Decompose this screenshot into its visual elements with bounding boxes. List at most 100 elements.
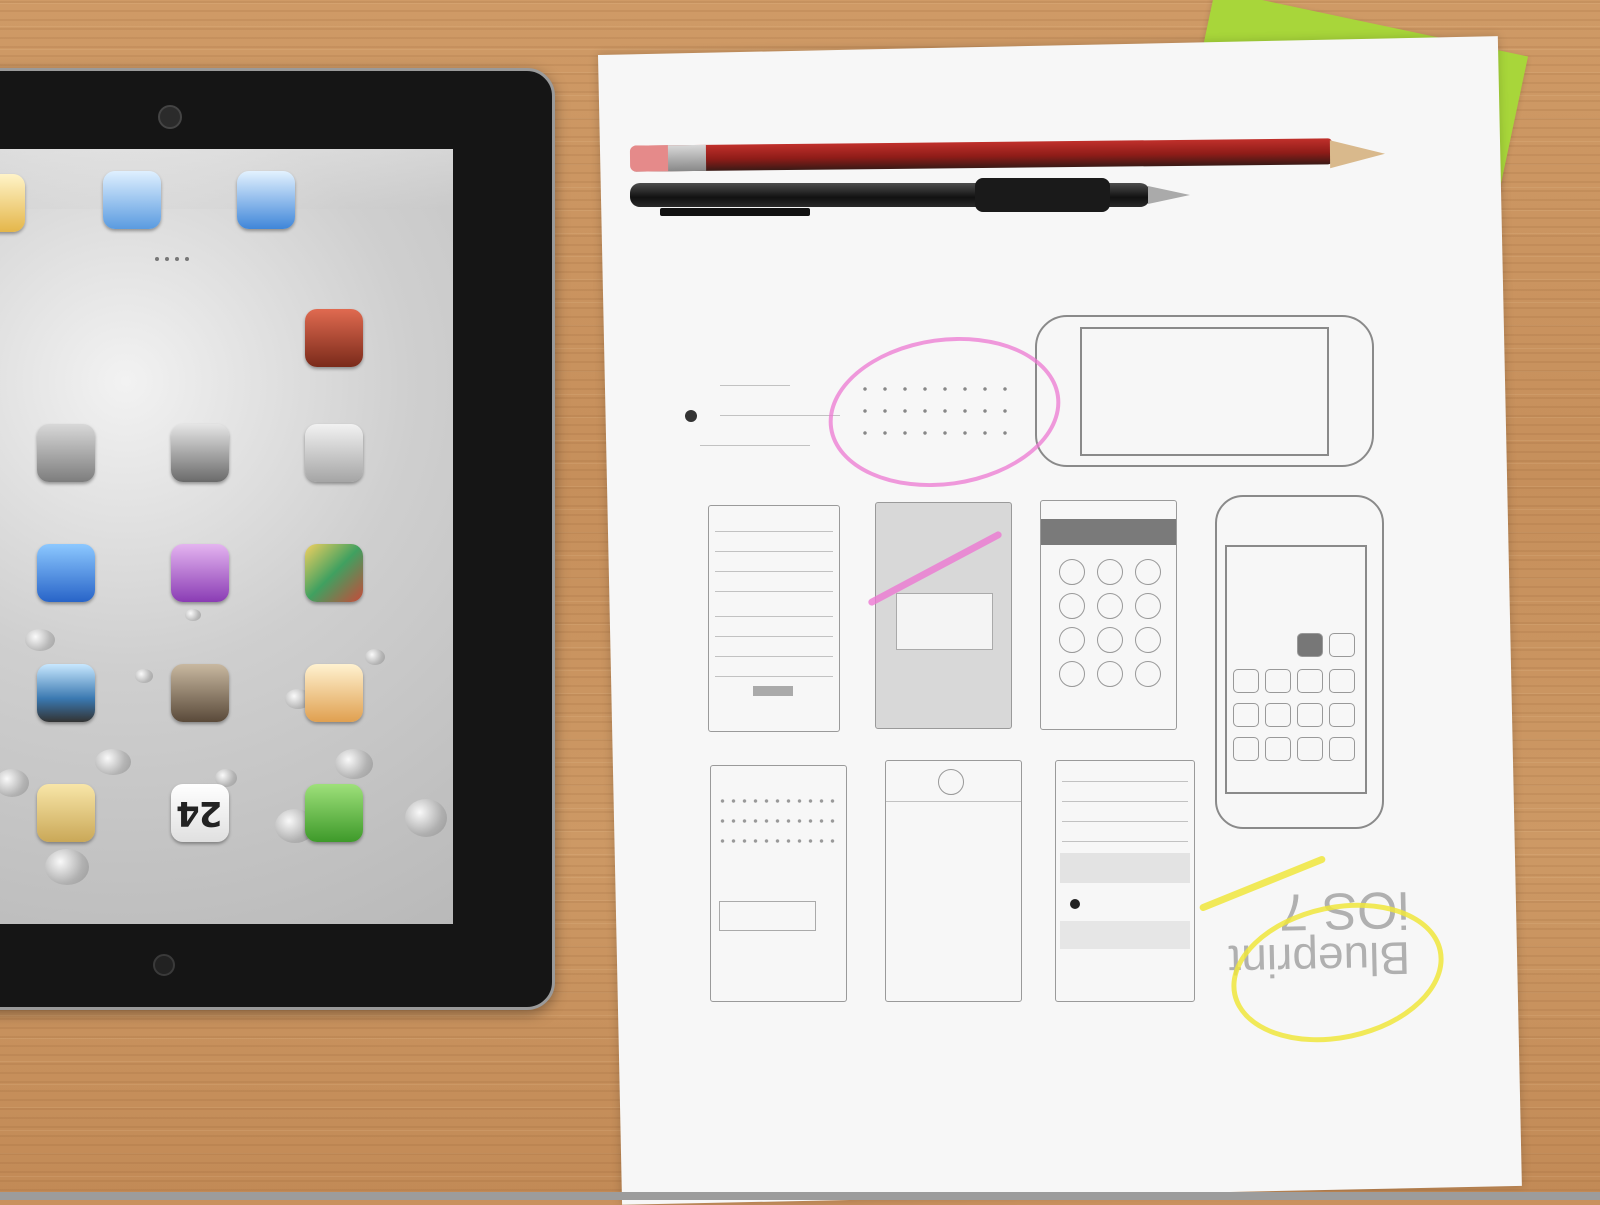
control-sketch-row — [685, 410, 697, 422]
pencil-tip — [1329, 139, 1386, 169]
mail-icon[interactable] — [103, 171, 161, 229]
list-line — [715, 656, 833, 657]
keypad-key — [1097, 661, 1123, 687]
app-cell — [1329, 633, 1355, 657]
keypad-key — [1135, 593, 1161, 619]
keypad-key — [1135, 559, 1161, 585]
keyboard-screen-sketch — [710, 765, 847, 1002]
landscape-phone-screen — [1080, 327, 1329, 456]
pen-clip — [660, 208, 810, 216]
calendar-icon[interactable]: 24 — [171, 784, 229, 842]
settings-line — [1062, 841, 1188, 842]
app-store-icon[interactable] — [37, 544, 95, 602]
video-icon[interactable] — [305, 309, 363, 367]
water-drop — [135, 669, 153, 683]
app-cell — [1297, 633, 1323, 657]
page-dot — [175, 257, 179, 261]
keypad-key — [1097, 559, 1123, 585]
page-dot — [165, 257, 169, 261]
page-dot — [155, 257, 159, 261]
app-cell — [1329, 737, 1355, 761]
settings-screen-sketch — [1055, 760, 1195, 1002]
top-app-row — [0, 149, 453, 209]
app-cell — [1233, 669, 1259, 693]
tablet-device: 24 — [0, 68, 555, 1010]
keyboard-keys-sketch — [717, 791, 839, 851]
game-center-icon[interactable] — [305, 544, 363, 602]
settings-footer-sketch — [1060, 921, 1190, 949]
water-drop — [365, 649, 385, 665]
water-drop — [25, 629, 55, 651]
water-drop — [45, 849, 89, 885]
toggle-dot-sketch — [1070, 899, 1080, 909]
keypad-key — [1059, 593, 1085, 619]
app-cell — [1265, 703, 1291, 727]
keypad-key — [1059, 661, 1085, 687]
app-cell — [1297, 669, 1323, 693]
newsstand-icon[interactable] — [171, 664, 229, 722]
settings-line — [1062, 781, 1188, 782]
portrait-phone-screen — [1225, 545, 1367, 794]
clock-icon[interactable] — [171, 424, 229, 482]
keypad-key — [1097, 627, 1123, 653]
notes-icon[interactable] — [37, 784, 95, 842]
keypad-key — [1059, 559, 1085, 585]
list-line — [715, 636, 833, 637]
keypad-key — [1059, 627, 1085, 653]
contacts-icon[interactable] — [305, 664, 363, 722]
water-drop — [95, 749, 131, 775]
app-cell — [1329, 669, 1355, 693]
app-cell — [1329, 703, 1355, 727]
settings-icon[interactable] — [37, 424, 95, 482]
settings-group-sketch — [1060, 853, 1190, 883]
list-line — [715, 571, 833, 572]
water-drop — [185, 609, 201, 621]
app-cell — [1233, 737, 1259, 761]
camera-line — [886, 801, 1021, 802]
messages-icon[interactable] — [305, 784, 363, 842]
home-button[interactable] — [153, 954, 175, 976]
water-drop — [0, 769, 29, 797]
page-indicator — [155, 257, 215, 263]
pen-grip — [975, 178, 1110, 212]
shutter-sketch — [938, 769, 964, 795]
segmented-sketch — [753, 686, 793, 696]
control-sketch-line — [720, 385, 790, 386]
photos-icon[interactable] — [0, 174, 25, 232]
calendar-day-number: 24 — [177, 793, 223, 833]
maps-icon[interactable] — [37, 664, 95, 722]
text-field-sketch — [719, 901, 816, 931]
keypad-key — [1135, 627, 1161, 653]
control-sketch-line — [720, 415, 840, 416]
app-cell — [1265, 669, 1291, 693]
list-line — [715, 676, 833, 677]
page-dot — [185, 257, 189, 261]
itunes-icon[interactable] — [171, 544, 229, 602]
app-cell — [1297, 737, 1323, 761]
keypad-key — [1097, 593, 1123, 619]
keypad-key — [1135, 661, 1161, 687]
front-camera — [158, 105, 182, 129]
app-cell — [1233, 703, 1259, 727]
camera-icon[interactable] — [305, 424, 363, 482]
water-drop — [335, 749, 373, 779]
app-cell — [1297, 703, 1323, 727]
pen-tip — [1148, 186, 1190, 204]
bottom-edge — [0, 1192, 1600, 1200]
app-cell — [1265, 737, 1291, 761]
control-sketch-line — [700, 445, 810, 446]
list-line — [715, 616, 833, 617]
tablet-screen: 24 — [0, 149, 453, 924]
keypad-header-sketch — [1041, 519, 1176, 545]
alert-box-sketch — [896, 593, 993, 650]
settings-line — [1062, 801, 1188, 802]
list-line — [715, 551, 833, 552]
settings-line — [1062, 821, 1188, 822]
safari-icon[interactable] — [237, 171, 295, 229]
water-drop — [405, 799, 447, 837]
camera-screen-sketch — [885, 760, 1022, 1002]
list-screen-sketch — [708, 505, 840, 732]
list-line — [715, 531, 833, 532]
list-line — [715, 591, 833, 592]
pencil-ferrule — [667, 144, 707, 172]
